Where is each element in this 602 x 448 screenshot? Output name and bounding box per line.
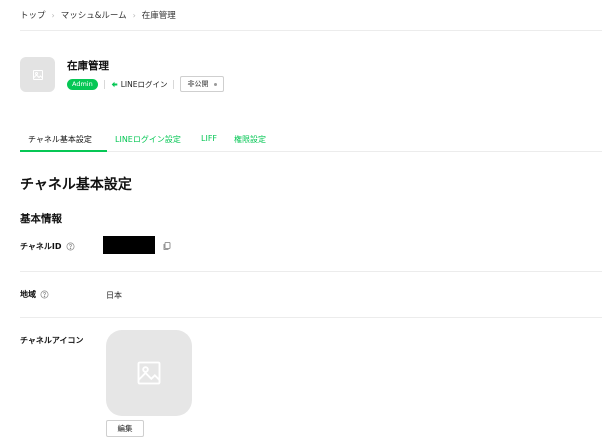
- breadcrumb-item-current: 在庫管理: [141, 11, 176, 21]
- channel-id-label-text: チャネルID: [20, 242, 62, 251]
- page-title: チャネル基本設定: [20, 177, 132, 193]
- tab-channel-basic-settings[interactable]: チャネル基本設定: [28, 134, 92, 145]
- tab-permissions[interactable]: 権限設定: [234, 134, 266, 145]
- status-dot-icon: [214, 82, 218, 86]
- basic-info-heading: 基本情報: [20, 213, 62, 225]
- image-placeholder-icon: [135, 359, 163, 387]
- breadcrumb-separator: ›: [51, 10, 55, 20]
- tab-liff[interactable]: LIFF: [201, 134, 217, 143]
- meta-separator: [173, 79, 175, 89]
- channel-icon-image: [106, 330, 192, 416]
- help-icon[interactable]: [66, 242, 75, 251]
- line-login-icon: [111, 81, 118, 88]
- channel-name: 在庫管理: [67, 60, 109, 72]
- channel-avatar: [20, 57, 55, 92]
- region-label: 地域: [20, 289, 49, 300]
- status-label: 非公開: [187, 80, 209, 88]
- breadcrumb: トップ › マッシュ&ルーム › 在庫管理: [20, 8, 176, 22]
- channel-meta: Admin LINEログイン 非公開: [67, 76, 225, 92]
- tab-line-login-settings[interactable]: LINEログイン設定: [115, 134, 181, 145]
- channel-id-value-redacted: [103, 236, 155, 254]
- breadcrumb-separator: ›: [132, 10, 136, 20]
- help-icon[interactable]: [40, 290, 49, 299]
- image-placeholder-icon: [32, 69, 44, 81]
- channel-type-label: LINEログイン: [120, 79, 168, 89]
- breadcrumb-item-top[interactable]: トップ: [20, 9, 46, 21]
- tabs-divider: [20, 151, 602, 152]
- region-value: 日本: [106, 291, 122, 300]
- region-label-text: 地域: [20, 290, 36, 299]
- active-tab-indicator: [20, 150, 107, 152]
- meta-separator: [103, 79, 105, 89]
- row-divider: [20, 317, 602, 318]
- edit-icon-button[interactable]: 編集: [106, 420, 144, 437]
- copy-icon[interactable]: [162, 241, 172, 251]
- header-divider: [20, 30, 602, 31]
- channel-id-label: チャネルID: [20, 241, 75, 252]
- breadcrumb-item-provider[interactable]: マッシュ&ルーム: [61, 9, 127, 21]
- status-badge[interactable]: 非公開: [180, 76, 225, 92]
- settings-tabs: チャネル基本設定 LINEログイン設定 LIFF 権限設定: [20, 128, 602, 152]
- channel-type: LINEログイン: [111, 79, 168, 90]
- channel-icon-label: チャネルアイコン: [20, 335, 84, 346]
- row-divider: [20, 271, 602, 272]
- channel-icon-label-text: チャネルアイコン: [20, 336, 84, 345]
- role-badge: Admin: [67, 78, 98, 90]
